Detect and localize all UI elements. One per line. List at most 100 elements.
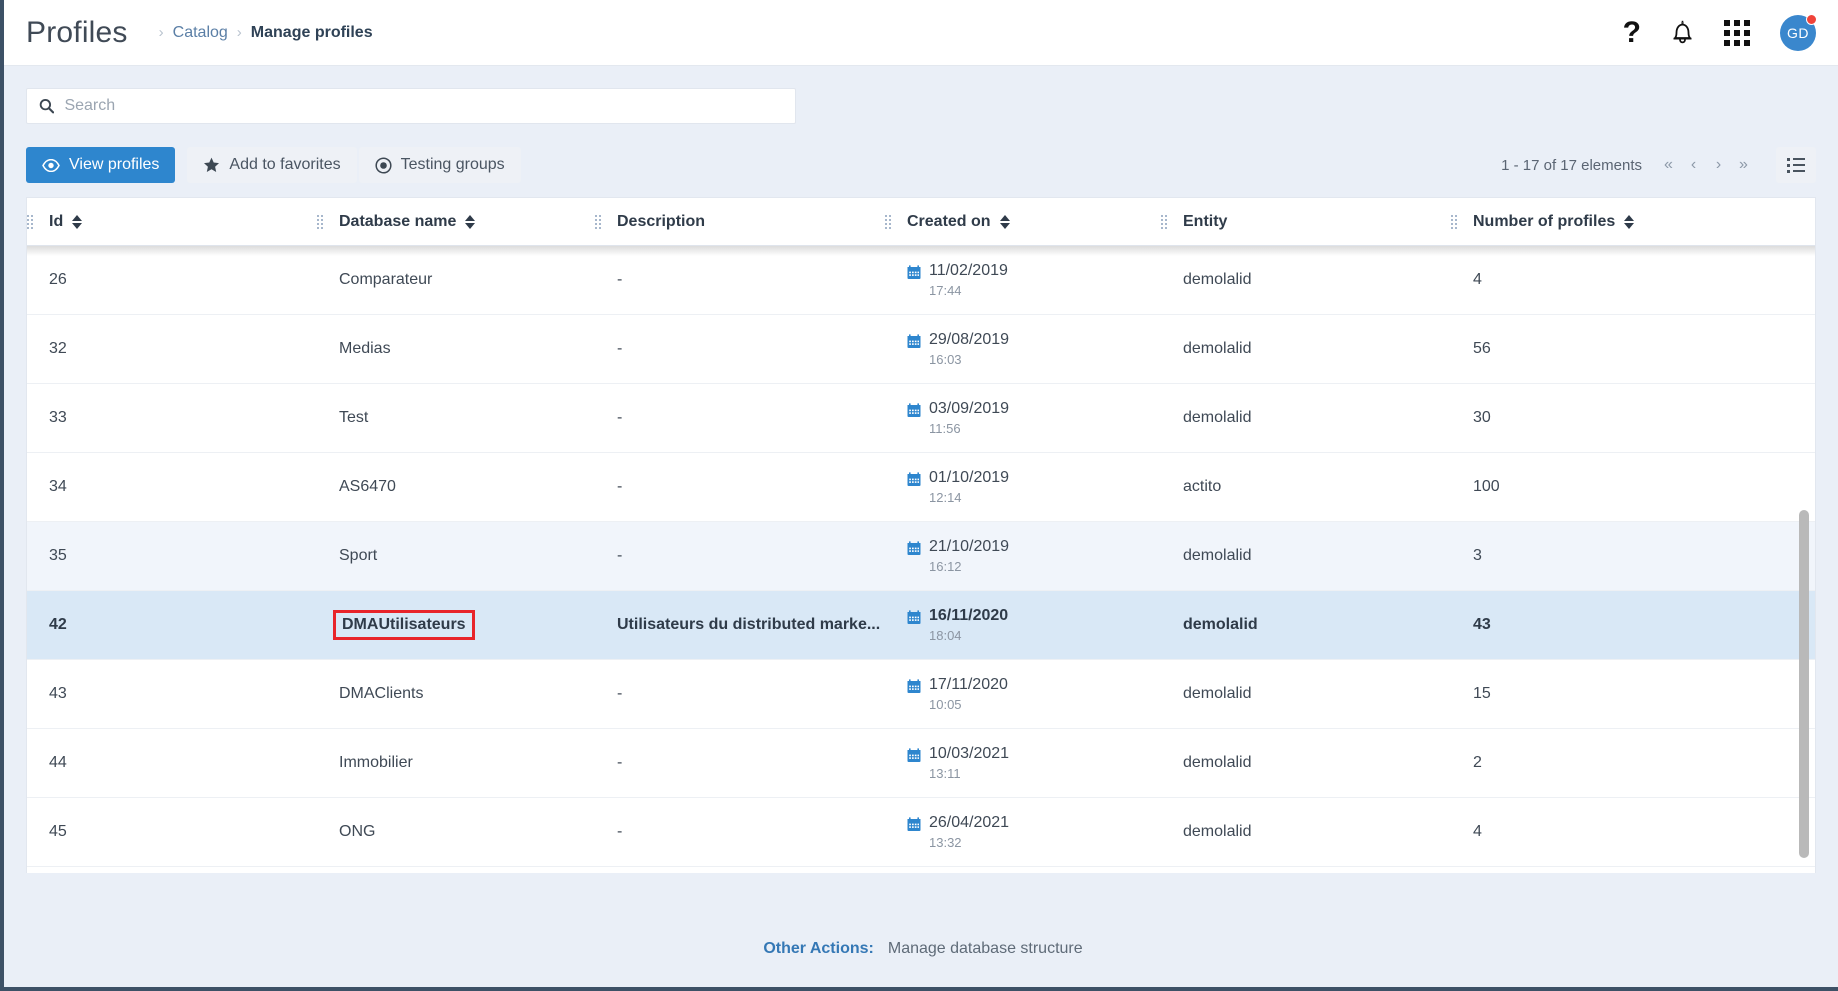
cell-name: Sport <box>317 547 595 565</box>
table-row[interactable]: 42 DMAUtilisateurs Utilisateurs du distrib… <box>27 591 1815 660</box>
cell-time-value: 13:32 <box>929 834 962 850</box>
column-header-database-name[interactable]: Database name <box>317 213 595 231</box>
cell-time-value: 16:03 <box>929 351 962 367</box>
cell-entity: demolalid <box>1161 823 1451 841</box>
add-to-favorites-button[interactable]: Add to favorites <box>187 147 357 183</box>
cell-number-of-profiles: 4 <box>1451 271 1751 289</box>
cell-profiles-value: 30 <box>1473 409 1491 426</box>
cell-database-name[interactable]: Medias <box>339 340 391 358</box>
calendar-icon <box>907 610 921 625</box>
cell-description-value: - <box>617 754 623 771</box>
cell-created-on: 10/03/2021 13:11 <box>885 745 1161 781</box>
cell-database-name[interactable]: Comparateur <box>339 271 432 289</box>
avatar-notification-dot <box>1806 13 1817 25</box>
bell-icon[interactable] <box>1671 20 1694 46</box>
sort-icon[interactable] <box>999 214 1010 229</box>
cell-id-value: 32 <box>49 340 67 357</box>
breadcrumb-link-catalog[interactable]: Catalog <box>173 24 228 42</box>
cell-database-name[interactable]: Test <box>339 409 368 427</box>
cell-id: 32 <box>27 340 317 358</box>
action-toolbar: View profiles Add to favorites Testing g… <box>26 147 1816 183</box>
cell-entity-value: demolalid <box>1183 616 1258 633</box>
breadcrumb-separator-icon: › <box>236 24 242 41</box>
table-row[interactable]: 33 Test - 03/09/2019 11:56 demolalid 30 <box>27 384 1815 453</box>
help-icon[interactable]: ? <box>1623 17 1641 48</box>
breadcrumb-current: Manage profiles <box>250 23 373 41</box>
scrollbar-thumb[interactable] <box>1799 510 1809 858</box>
table-row[interactable]: 32 Medias - 29/08/2019 16:03 demolalid 56 <box>27 315 1815 384</box>
column-header-description[interactable]: Description <box>595 213 885 231</box>
apps-grid-icon[interactable] <box>1724 19 1750 46</box>
calendar-icon <box>907 265 921 280</box>
calendar-icon <box>907 403 921 418</box>
cell-profiles-value: 4 <box>1473 271 1482 288</box>
cell-database-name[interactable]: Sport <box>339 547 377 565</box>
column-drag-handle-icon[interactable] <box>885 214 891 229</box>
sort-icon[interactable] <box>72 214 83 229</box>
pagination-first-button[interactable]: « <box>1656 150 1681 180</box>
cell-name: Comparateur <box>317 271 595 289</box>
table-scrollbar[interactable] <box>1799 246 1809 873</box>
pagination-last-button[interactable]: » <box>1731 150 1756 180</box>
cell-entity: demolalid <box>1161 340 1451 358</box>
search-bar[interactable] <box>26 88 796 124</box>
calendar-icon <box>907 679 921 694</box>
column-header-created-on[interactable]: Created on <box>885 213 1161 231</box>
table-row[interactable]: 44 Immobilier - 10/03/2021 13:11 demolalid 2 <box>27 729 1815 798</box>
cell-created-on: 11/02/2019 17:44 <box>885 262 1161 298</box>
cell-id-value: 45 <box>49 823 67 840</box>
cell-description: - <box>595 685 885 703</box>
main-content: View profiles Add to favorites Testing g… <box>4 66 1838 873</box>
pagination-next-button[interactable]: › <box>1706 150 1731 180</box>
column-header-number-of-profiles[interactable]: Number of profiles <box>1451 213 1751 231</box>
sort-icon[interactable] <box>1624 214 1635 229</box>
cell-name: Test <box>317 409 595 427</box>
cell-entity: demolalid <box>1161 271 1451 289</box>
search-input[interactable] <box>64 97 783 115</box>
table-row[interactable]: 43 DMAClients - 17/11/2020 10:05 demolalid 15 <box>27 660 1815 729</box>
cell-description: - <box>595 754 885 772</box>
cell-time-value: 12:14 <box>929 489 962 505</box>
table-row[interactable]: 45 ONG - 26/04/2021 13:32 demolalid 4 <box>27 798 1815 867</box>
cell-id: 44 <box>27 754 317 772</box>
cell-number-of-profiles: 43 <box>1451 616 1751 634</box>
cell-entity: demolalid <box>1161 409 1451 427</box>
cell-number-of-profiles: 100 <box>1451 478 1751 496</box>
cell-created-on: 29/08/2019 16:03 <box>885 331 1161 367</box>
top-header-bar: Profiles › Catalog › Manage profiles ? G… <box>4 0 1838 66</box>
testing-groups-button[interactable]: Testing groups <box>358 147 521 183</box>
cell-time-value: 11:56 <box>929 420 961 436</box>
cell-entity: demolalid <box>1161 547 1451 565</box>
avatar[interactable]: GD <box>1780 13 1817 51</box>
column-drag-handle-icon[interactable] <box>1161 214 1167 229</box>
target-icon <box>375 156 392 174</box>
sort-icon[interactable] <box>465 214 476 229</box>
cell-created-on: 21/10/2019 16:12 <box>885 538 1161 574</box>
column-drag-handle-icon[interactable] <box>1451 214 1457 229</box>
cell-database-name[interactable]: DMAClients <box>339 685 423 703</box>
list-view-toggle-button[interactable] <box>1776 147 1816 183</box>
cell-database-name[interactable]: AS6470 <box>339 478 396 496</box>
cell-database-name[interactable]: Immobilier <box>339 754 413 772</box>
column-drag-handle-icon[interactable] <box>317 214 323 229</box>
cell-profiles-value: 4 <box>1473 823 1482 840</box>
cell-database-name[interactable]: ONG <box>339 823 375 841</box>
cell-entity: actito <box>1161 478 1451 496</box>
cell-description-value: - <box>617 271 623 288</box>
cell-id-value: 26 <box>49 271 67 288</box>
column-drag-handle-icon[interactable] <box>27 214 33 229</box>
cell-name: ONG <box>317 823 595 841</box>
table-row[interactable]: 26 Comparateur - 11/02/2019 17:44 demolalid 4 <box>27 246 1815 315</box>
pagination-prev-button[interactable]: ‹ <box>1681 150 1706 180</box>
table-row[interactable]: 34 AS6470 - 01/10/2019 12:14 actito 100 <box>27 453 1815 522</box>
cell-entity-value: demolalid <box>1183 340 1252 357</box>
highlighted-database-name[interactable]: DMAUtilisateurs <box>333 609 475 640</box>
manage-database-structure-link[interactable]: Manage database structure <box>888 940 1083 958</box>
cell-id-value: 43 <box>49 685 67 702</box>
cell-description-value: - <box>617 340 623 357</box>
column-header-entity[interactable]: Entity <box>1161 213 1451 231</box>
column-drag-handle-icon[interactable] <box>595 214 601 229</box>
column-header-id[interactable]: Id <box>27 213 317 231</box>
table-row[interactable]: 35 Sport - 21/10/2019 16:12 demolalid 3 <box>27 522 1815 591</box>
view-profiles-button[interactable]: View profiles <box>26 147 176 183</box>
